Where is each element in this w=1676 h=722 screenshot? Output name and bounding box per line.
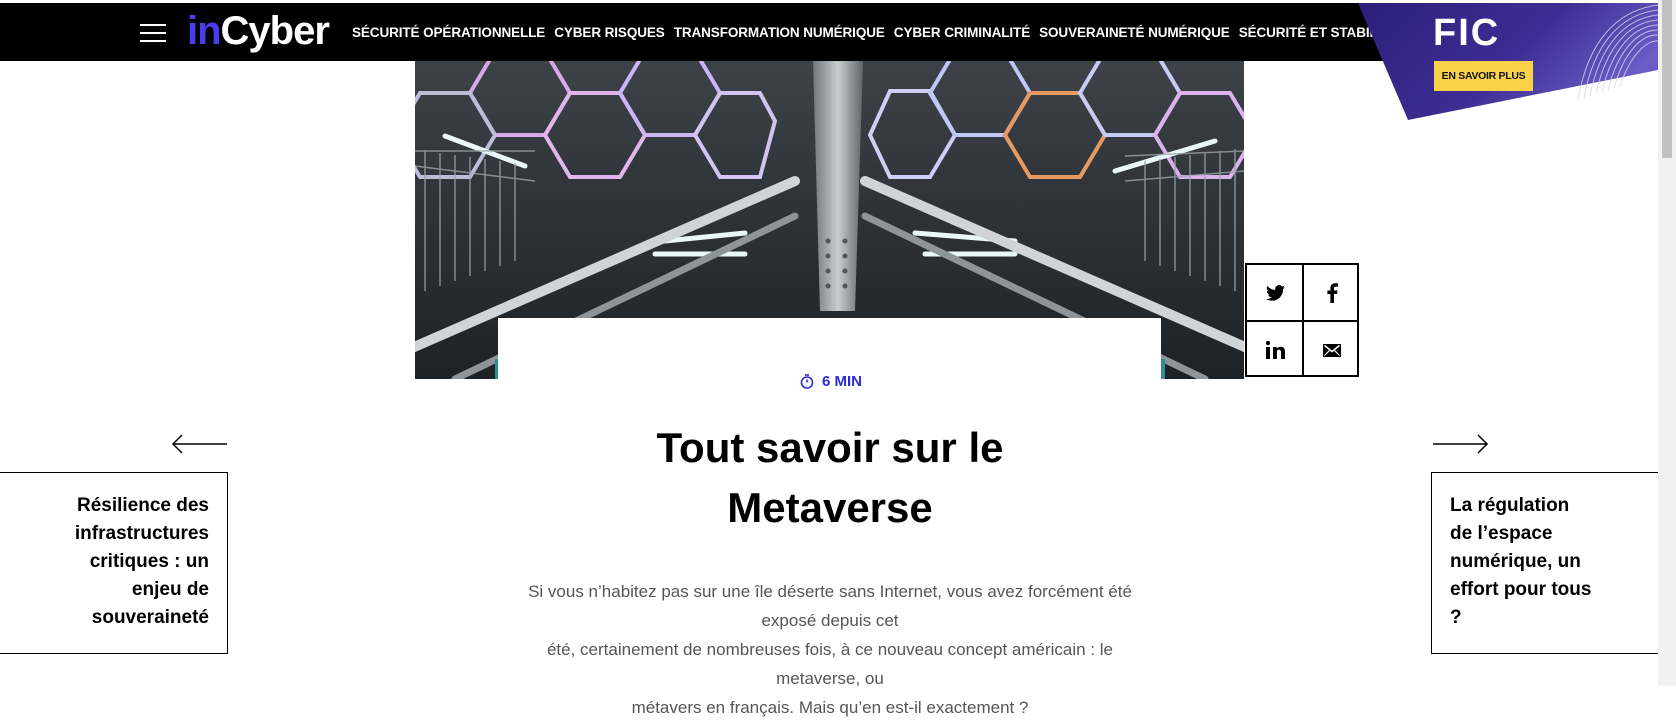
- stopwatch-icon: [800, 374, 814, 389]
- next-article-card[interactable]: La régulation de l’espace numérique, un …: [1431, 472, 1662, 654]
- scrollbar-thumb[interactable]: [1662, 0, 1672, 158]
- nav-item-securite-operationnelle[interactable]: SÉCURITÉ OPÉRATIONNELLE: [352, 25, 545, 40]
- share-panel: [1245, 263, 1359, 377]
- twitter-share-button[interactable]: [1247, 265, 1303, 321]
- linkedin-icon: [1265, 341, 1285, 359]
- menu-icon[interactable]: [140, 24, 166, 42]
- nav-item-cyber-risques[interactable]: CYBER RISQUES: [554, 25, 665, 40]
- previous-article-card[interactable]: Résilience des infrastructures critiques…: [0, 472, 228, 654]
- linkedin-share-button[interactable]: [1247, 322, 1303, 378]
- email-icon: [1323, 343, 1341, 357]
- arrow-left-icon[interactable]: [171, 434, 228, 454]
- nav-item-transformation-numerique[interactable]: TRANSFORMATION NUMÉRIQUE: [674, 25, 885, 40]
- reading-time: 6 MIN: [800, 373, 862, 390]
- article-lead: Si vous n’habitez pas sur une île désert…: [528, 582, 1132, 717]
- incyber-logo[interactable]: inCyber: [187, 7, 330, 55]
- nav-item-souverainete-numerique[interactable]: SOUVERAINETÉ NUMÉRIQUE: [1039, 25, 1230, 40]
- email-share-button[interactable]: [1304, 322, 1360, 378]
- facebook-icon: [1326, 283, 1338, 303]
- en-savoir-plus-button[interactable]: EN SAVOIR PLUS: [1434, 61, 1533, 91]
- promo-title: FIC: [1433, 12, 1501, 54]
- fic-promo-banner[interactable]: FIC EN SAVOIR PLUS: [1358, 0, 1658, 125]
- twitter-icon: [1265, 285, 1285, 301]
- arrow-right-icon[interactable]: [1432, 434, 1489, 454]
- facebook-share-button[interactable]: [1304, 265, 1360, 321]
- nav-item-cyber-criminalite[interactable]: CYBER CRIMINALITÉ: [894, 25, 1030, 40]
- article-title: Tout savoir sur le Metaverse: [656, 424, 1004, 531]
- reading-time-label: 6 MIN: [822, 373, 863, 390]
- page-scrollbar[interactable]: [1658, 0, 1676, 686]
